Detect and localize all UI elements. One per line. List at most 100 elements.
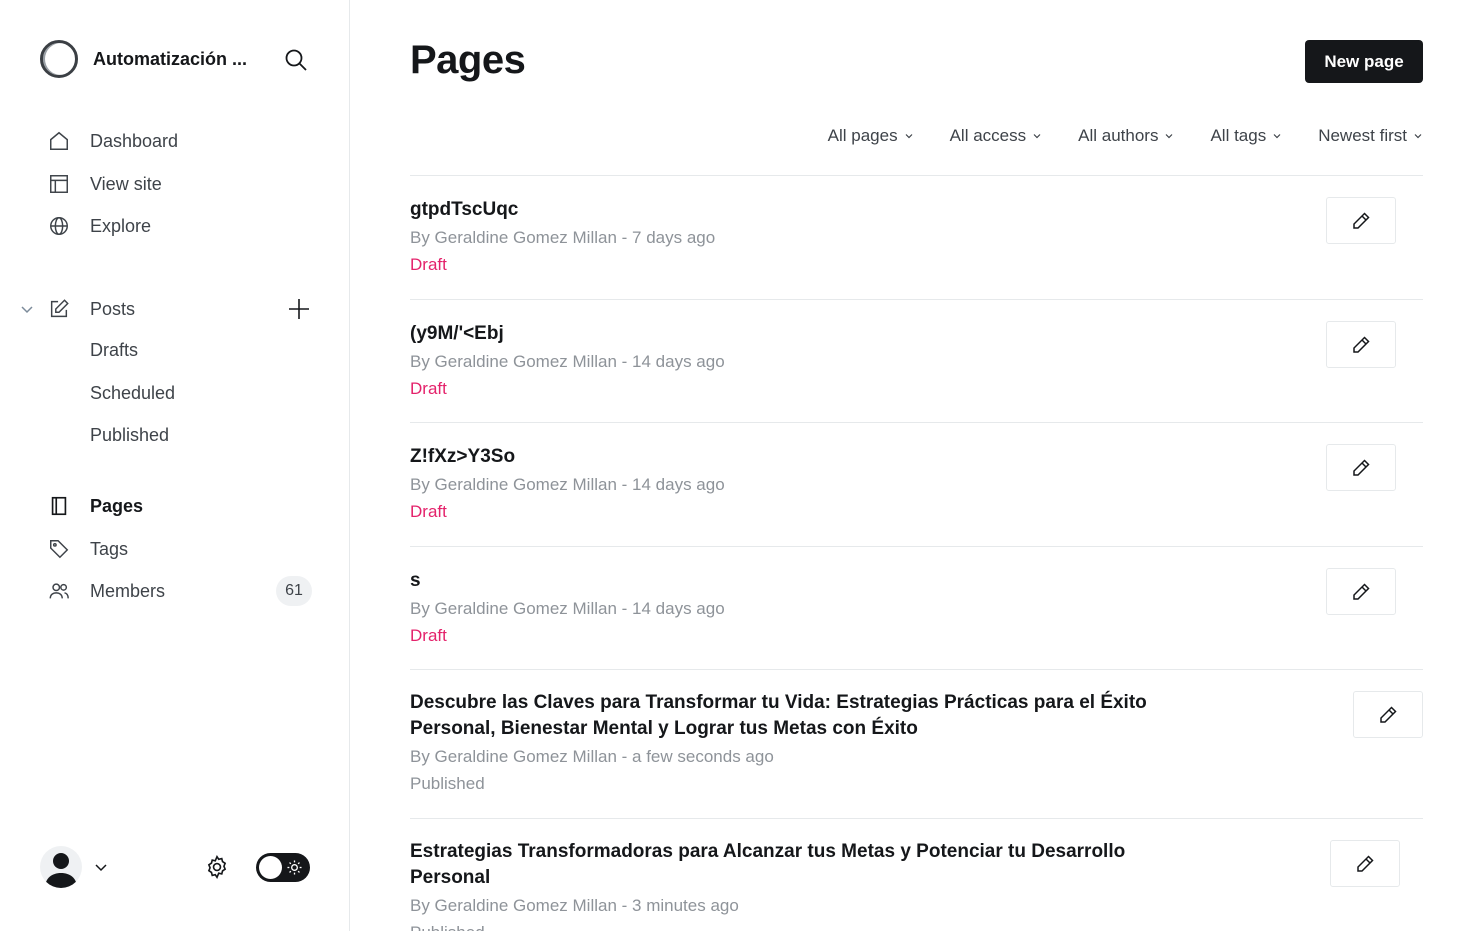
gear-icon [207, 855, 227, 879]
filter-label: All authors [1078, 126, 1159, 145]
site-name: Automatización ... [93, 48, 248, 69]
page-meta: By Geraldine Gomez Millan - 14 days ago [410, 352, 725, 371]
page-meta: By Geraldine Gomez Millan - 7 days ago [410, 228, 716, 247]
chevron-down-icon [95, 864, 107, 872]
page-title-text: (y9M/'<Ebj [410, 323, 504, 344]
sidebar-item-dashboard[interactable]: Dashboard [46, 126, 178, 156]
status-badge: Draft [410, 379, 447, 398]
sidebar-item-label: Explore [90, 215, 152, 236]
site-brand[interactable]: Automatización ... [40, 40, 263, 78]
avatar[interactable] [40, 846, 82, 888]
page-title-text: Estrategias Transformadoras para Alcanza… [410, 841, 1126, 888]
sidebar-item-pages[interactable]: Pages [46, 491, 143, 521]
sort-order-dropdown[interactable]: Newest first [1318, 126, 1423, 146]
sidebar-item-scheduled[interactable]: Scheduled [90, 383, 175, 404]
sidebar-item-view-site[interactable]: View site [46, 169, 162, 199]
members-icon [46, 578, 72, 604]
sidebar: Automatización ... Dashboard View site E… [0, 0, 350, 931]
search-button[interactable] [282, 46, 310, 74]
edit-button[interactable] [1326, 321, 1396, 368]
sun-icon [286, 859, 303, 876]
filter-label: All tags [1210, 126, 1267, 145]
sidebar-item-label: Tags [90, 538, 129, 559]
posts-collapse-toggle[interactable] [18, 300, 36, 318]
filter-label: All pages [827, 126, 898, 145]
filter-authors-dropdown[interactable]: All authors [1078, 126, 1174, 146]
filter-bar: All pages All access All authors All tag… [792, 126, 1423, 146]
filter-label: All access [949, 126, 1027, 145]
sidebar-item-label: Posts [90, 298, 136, 319]
chevron-down-icon [1032, 131, 1042, 141]
pencil-icon [1353, 582, 1370, 600]
settings-button[interactable] [202, 852, 232, 882]
add-post-button[interactable] [286, 296, 312, 322]
pencil-icon [1353, 458, 1370, 476]
page-title-text: Z!fXz>Y3So [410, 446, 516, 467]
pencil-icon [1353, 211, 1370, 229]
list-item[interactable]: Descubre las Claves para Transformar tu … [410, 669, 1423, 818]
user-icon [45, 853, 77, 888]
home-icon [46, 128, 72, 154]
chevron-down-icon [21, 306, 33, 314]
chevron-down-icon [1272, 131, 1282, 141]
edit-button[interactable] [1330, 840, 1400, 887]
filter-tags-dropdown[interactable]: All tags [1210, 126, 1282, 146]
chevron-down-icon [1413, 131, 1423, 141]
pencil-icon [1380, 705, 1397, 723]
sidebar-item-tags[interactable]: Tags [46, 534, 128, 564]
status-badge: Published [410, 774, 485, 793]
layout-icon [46, 171, 72, 197]
filter-label: Newest first [1318, 126, 1407, 145]
page-title: Pages [410, 38, 526, 82]
pencil-icon [1353, 335, 1370, 353]
filter-type-dropdown[interactable]: All pages [828, 126, 914, 146]
edit-square-icon [46, 296, 72, 322]
sidebar-item-label: View site [90, 173, 162, 194]
list-item[interactable]: gtpdTscUqc By Geraldine Gomez Millan - 7… [410, 175, 1423, 299]
sidebar-item-posts[interactable]: Posts [46, 294, 135, 324]
chevron-down-icon [904, 131, 914, 141]
pages-list: gtpdTscUqc By Geraldine Gomez Millan - 7… [410, 175, 1423, 931]
pencil-icon [1357, 854, 1374, 872]
sidebar-item-label: Members [90, 580, 166, 601]
page-title-text: Descubre las Claves para Transformar tu … [410, 692, 1147, 739]
main-content: Pages New page All pages All access All … [410, 0, 1423, 931]
page-meta: By Geraldine Gomez Millan - a few second… [410, 747, 774, 766]
page-title-text: s [410, 570, 421, 591]
list-item[interactable]: (y9M/'<Ebj By Geraldine Gomez Millan - 1… [410, 299, 1423, 422]
filter-access-dropdown[interactable]: All access [950, 126, 1043, 146]
page-title-text: gtpdTscUqc [410, 199, 519, 220]
new-page-button[interactable]: New page [1305, 40, 1423, 83]
edit-button[interactable] [1326, 568, 1396, 615]
list-item[interactable]: s By Geraldine Gomez Millan - 14 days ag… [410, 546, 1423, 669]
members-count-badge: 61 [276, 576, 312, 606]
sidebar-item-members[interactable]: Members [46, 576, 165, 606]
list-item[interactable]: Z!fXz>Y3So By Geraldine Gomez Millan - 1… [410, 422, 1423, 546]
search-icon [285, 49, 307, 71]
status-badge: Draft [410, 626, 447, 645]
theme-toggle[interactable] [256, 853, 310, 882]
toggle-knob [259, 856, 282, 879]
tag-icon [46, 536, 72, 562]
status-badge: Draft [410, 502, 447, 521]
site-logo-icon [40, 40, 78, 78]
page-meta: By Geraldine Gomez Millan - 14 days ago [410, 599, 725, 618]
page-meta: By Geraldine Gomez Millan - 14 days ago [410, 475, 725, 494]
sidebar-item-drafts[interactable]: Drafts [90, 340, 138, 361]
globe-icon [46, 213, 72, 239]
sidebar-item-label: Pages [90, 495, 144, 516]
status-badge: Published [410, 922, 1423, 931]
page-icon [46, 493, 72, 519]
user-menu-toggle[interactable] [92, 858, 110, 876]
chevron-down-icon [1164, 131, 1174, 141]
plus-icon [289, 299, 309, 319]
sidebar-item-label: Dashboard [90, 130, 179, 151]
sidebar-item-published[interactable]: Published [90, 425, 169, 446]
edit-button[interactable] [1326, 197, 1396, 244]
edit-button[interactable] [1353, 691, 1423, 738]
page-meta: By Geraldine Gomez Millan - 3 minutes ag… [410, 896, 739, 915]
edit-button[interactable] [1326, 444, 1396, 491]
list-item[interactable]: Estrategias Transformadoras para Alcanza… [410, 818, 1423, 931]
status-badge: Draft [410, 255, 447, 274]
sidebar-item-explore[interactable]: Explore [46, 211, 151, 241]
